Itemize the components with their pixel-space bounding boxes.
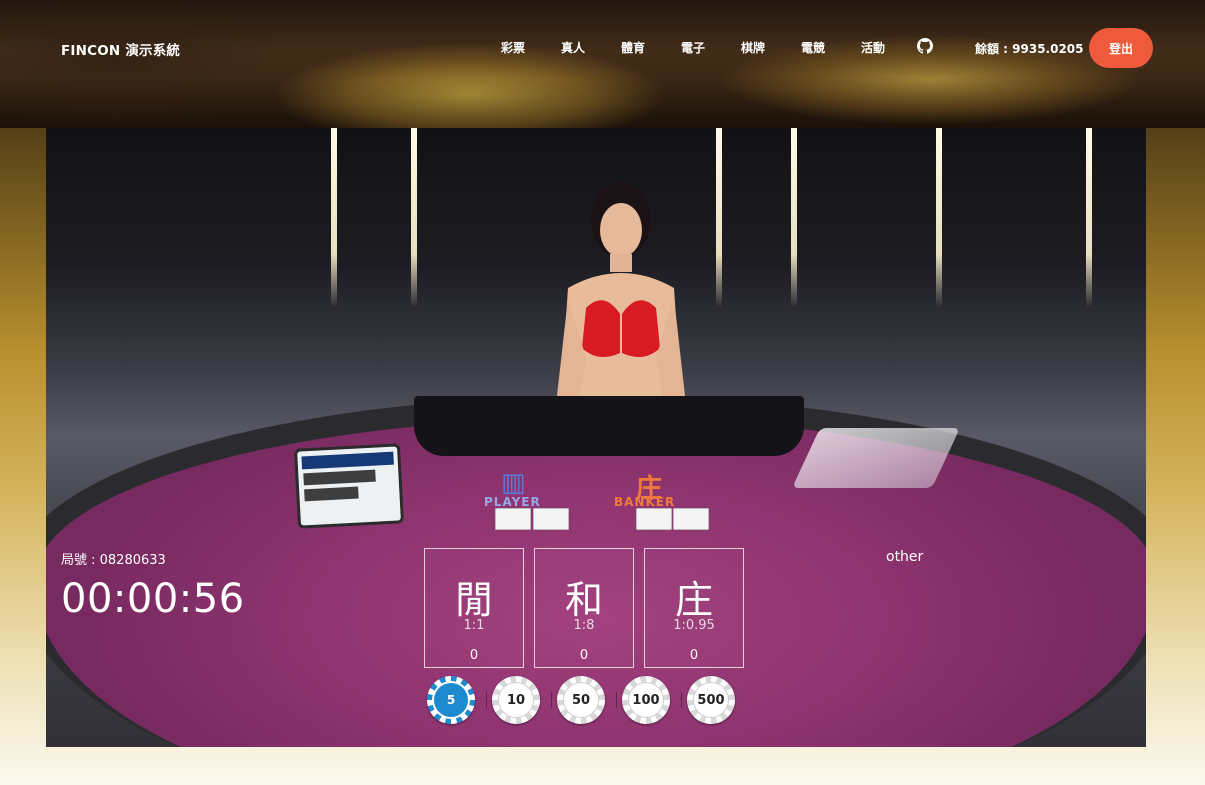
table-monitor (293, 443, 405, 529)
bet-odds: 1:8 (573, 618, 595, 633)
chip-divider (486, 692, 487, 708)
bet-name: 庄 (674, 578, 713, 622)
studio-light-decor (331, 128, 337, 308)
chip-10[interactable]: 10 (492, 676, 540, 724)
brand-logo[interactable]: FINCON 演示系統 (61, 39, 180, 59)
bet-amount: 0 (689, 648, 699, 663)
logout-button[interactable]: 登出 (1089, 28, 1153, 68)
chip-value: 5 (446, 693, 456, 707)
chip-100[interactable]: 100 (622, 676, 670, 724)
player-card (495, 508, 531, 530)
card-shoe (792, 428, 960, 488)
round-number: 局號 : 08280633 (61, 553, 166, 568)
chip-divider (551, 692, 552, 708)
chip-value: 50 (571, 692, 591, 708)
chip-value: 10 (506, 692, 526, 708)
felt-banker-label: BANKER (614, 495, 676, 509)
felt-player-mark: ▥ (501, 468, 526, 498)
bet-name: 和 (564, 578, 603, 622)
bet-odds: 1:0.95 (673, 618, 715, 633)
other-link[interactable]: other (886, 549, 923, 565)
banker-card (636, 508, 672, 530)
chip-value: 500 (697, 692, 725, 708)
studio-light-decor (1086, 128, 1092, 308)
github-icon[interactable] (917, 38, 933, 54)
chip-value: 100 (632, 692, 660, 708)
player-card (533, 508, 569, 530)
table-dealer-cutout (414, 396, 804, 456)
nav-esports[interactable]: 電競 (801, 39, 825, 56)
nav-sports[interactable]: 體育 (621, 39, 645, 56)
nav-promotions[interactable]: 活動 (861, 39, 885, 56)
bet-banker[interactable]: 庄 1:0.95 0 (644, 548, 744, 668)
balance-display: 餘額 : 9935.0205 (975, 42, 1084, 56)
bet-tie[interactable]: 和 1:8 0 (534, 548, 634, 668)
bet-odds: 1:1 (463, 618, 485, 633)
nav-lottery[interactable]: 彩票 (501, 39, 525, 56)
studio-light-decor (936, 128, 942, 308)
studio-light-decor (791, 128, 797, 308)
bet-name: 閒 (454, 578, 493, 622)
studio-light-decor (716, 128, 722, 308)
chip-500[interactable]: 500 (687, 676, 735, 724)
chip-5[interactable]: 5 (427, 676, 475, 724)
chip-divider (681, 692, 682, 708)
top-header: FINCON 演示系統 彩票 真人 體育 電子 棋牌 電競 活動 餘額 : 99… (0, 0, 1205, 128)
bet-amount: 0 (579, 648, 589, 663)
bet-player[interactable]: 閒 1:1 0 (424, 548, 524, 668)
felt-player-label: PLAYER (484, 495, 541, 509)
countdown-timer: 00:00:56 (61, 576, 245, 622)
studio-light-decor (411, 128, 417, 308)
chip-divider (616, 692, 617, 708)
nav-chess[interactable]: 棋牌 (741, 39, 765, 56)
nav-slots[interactable]: 電子 (681, 39, 705, 56)
banker-card (673, 508, 709, 530)
bet-amount: 0 (469, 648, 479, 663)
nav-live[interactable]: 真人 (561, 39, 585, 56)
chip-50[interactable]: 50 (557, 676, 605, 724)
